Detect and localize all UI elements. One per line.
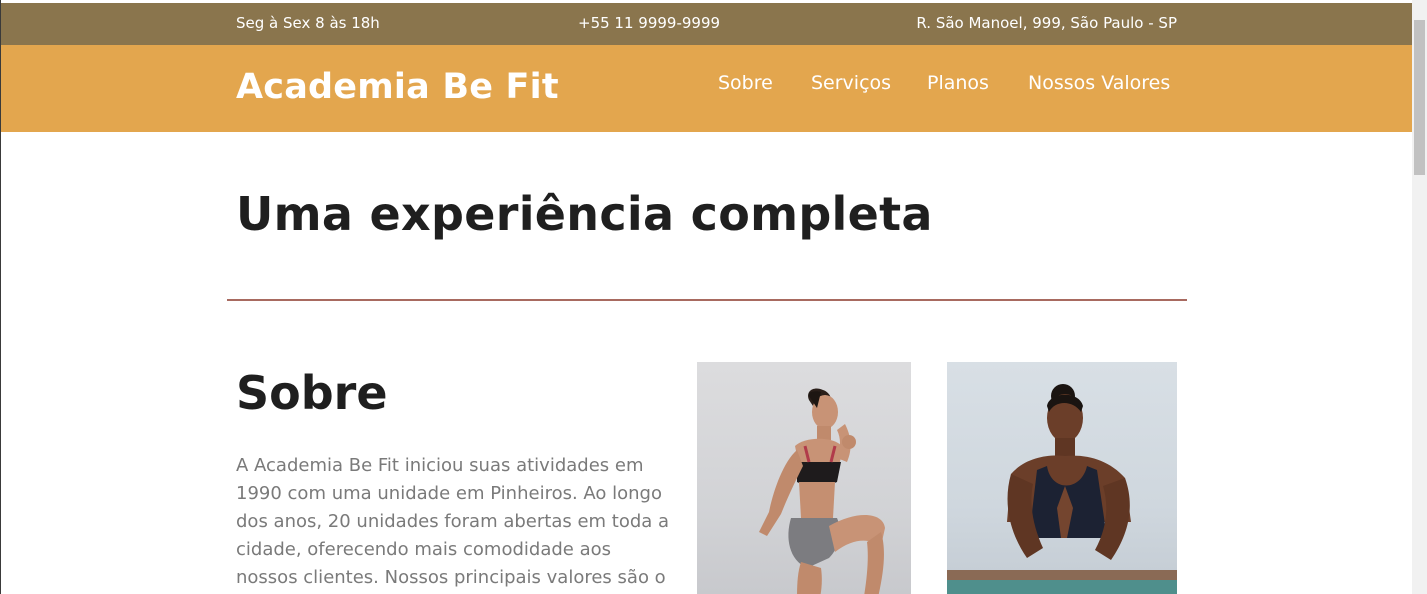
hero-title: Uma experiência completa — [236, 187, 933, 241]
nav-link-servicos[interactable]: Serviços — [811, 72, 891, 94]
phone-number: +55 11 9999-9999 — [578, 14, 721, 32]
site-header: Academia Be Fit Sobre Serviços Planos No… — [1, 45, 1412, 132]
top-info-bar: Seg à Sex 8 às 18h +55 11 9999-9999 R. S… — [1, 3, 1412, 45]
nav-link-planos[interactable]: Planos — [927, 72, 989, 94]
scrollbar-thumb[interactable] — [1414, 20, 1425, 175]
about-title: Sobre — [236, 366, 388, 420]
nav-link-sobre[interactable]: Sobre — [718, 72, 773, 94]
woman-exercising-photo — [697, 362, 911, 594]
section-divider — [227, 299, 1187, 301]
page: Seg à Sex 8 às 18h +55 11 9999-9999 R. S… — [0, 0, 1427, 594]
woman-meditating-photo — [947, 362, 1177, 594]
address: R. São Manoel, 999, São Paulo - SP — [916, 14, 1177, 32]
about-text: A Academia Be Fit iniciou suas atividade… — [236, 455, 670, 588]
site-logo[interactable]: Academia Be Fit — [236, 67, 559, 107]
nav-link-nossos-valores[interactable]: Nossos Valores — [1028, 72, 1170, 94]
opening-hours: Seg à Sex 8 às 18h — [236, 14, 380, 32]
